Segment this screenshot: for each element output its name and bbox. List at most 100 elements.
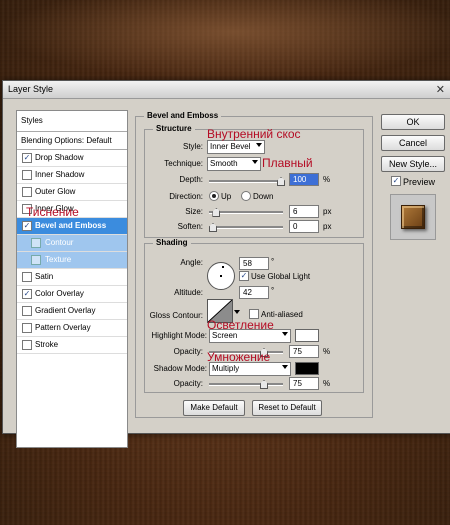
style-select-value: Inner Bevel <box>210 142 251 151</box>
style-select[interactable]: Inner Bevel <box>207 140 265 154</box>
shadow-color-swatch[interactable] <box>295 362 319 375</box>
title-bar[interactable]: Layer Style ✕ <box>3 81 450 99</box>
chevron-down-icon[interactable] <box>234 310 240 314</box>
preview-label: Preview <box>403 177 436 187</box>
style-label: Style: <box>182 142 203 151</box>
style-item-stroke[interactable]: Stroke <box>17 337 127 354</box>
highlight-mode-label: Highlight Mode: <box>151 331 207 340</box>
soften-slider[interactable] <box>209 223 283 232</box>
window-title: Layer Style <box>8 84 54 94</box>
shadow-mode-value: Multiply <box>212 364 240 373</box>
blending-options-row[interactable]: Blending Options: Default <box>17 131 127 150</box>
shadow-opacity-label: Opacity: <box>173 379 203 388</box>
stroke-label: Stroke <box>35 340 59 349</box>
shading-legend: Shading <box>153 238 191 247</box>
soften-input-value: 0 <box>293 222 298 231</box>
direction-label: Direction: <box>169 192 203 201</box>
style-item-pattern-overlay[interactable]: Pattern Overlay <box>17 320 127 337</box>
outer-glow-label: Outer Glow <box>35 187 76 196</box>
pattern-overlay-label: Pattern Overlay <box>35 323 91 332</box>
highlight-opacity-value: 75 <box>293 347 302 356</box>
style-item-inner-shadow[interactable]: Inner Shadow <box>17 167 127 184</box>
texture-label: Texture <box>45 255 72 264</box>
size-unit: px <box>323 207 332 216</box>
size-input[interactable]: 6 <box>289 205 319 218</box>
ok-button[interactable]: OK <box>381 114 445 130</box>
chevron-down-icon <box>256 143 262 147</box>
styles-list: Styles Blending Options: Default ✓ Drop … <box>16 110 128 448</box>
new-style-button[interactable]: New Style... <box>381 156 445 172</box>
altitude-input-value: 42 <box>243 288 252 297</box>
technique-select[interactable]: Smooth <box>207 157 261 171</box>
soften-unit: px <box>323 222 332 231</box>
highlight-mode-value: Screen <box>212 331 238 340</box>
style-item-contour[interactable]: Contour <box>17 235 127 252</box>
gradient-overlay-label: Gradient Overlay <box>35 306 96 315</box>
styles-header-label: Styles <box>21 116 43 125</box>
annotation-multiply: Умножение <box>207 350 271 364</box>
direction-down-radio[interactable] <box>241 191 251 201</box>
highlight-opacity-unit: % <box>323 347 331 356</box>
soften-input[interactable]: 0 <box>289 220 319 233</box>
make-default-button[interactable]: Make Default <box>183 400 245 416</box>
satin-checkbox[interactable] <box>22 272 32 282</box>
style-item-texture[interactable]: Texture <box>17 252 127 269</box>
direction-up-radio[interactable] <box>209 191 219 201</box>
altitude-label: Altitude: <box>174 288 203 297</box>
style-item-bevel-emboss[interactable]: ✓ Bevel and Emboss <box>17 218 127 235</box>
depth-input[interactable]: 100 <box>289 173 319 186</box>
style-item-gradient-overlay[interactable]: Gradient Overlay <box>17 303 127 320</box>
pattern-overlay-checkbox[interactable] <box>22 323 32 333</box>
gloss-contour-label: Gloss Contour: <box>149 311 203 320</box>
inner-shadow-checkbox[interactable] <box>22 170 32 180</box>
altitude-input[interactable]: 42 <box>239 286 269 299</box>
stroke-checkbox[interactable] <box>22 340 32 350</box>
angle-input-value: 58 <box>243 259 252 268</box>
global-light-checkbox[interactable]: ✓ <box>239 271 249 281</box>
highlight-color-swatch[interactable] <box>295 329 319 342</box>
highlight-opacity-input[interactable]: 75 <box>289 345 319 358</box>
style-item-color-overlay[interactable]: ✓ Color Overlay <box>17 286 127 303</box>
style-item-satin[interactable]: Satin <box>17 269 127 286</box>
style-item-outer-glow[interactable]: Outer Glow <box>17 184 127 201</box>
size-slider[interactable] <box>209 208 283 217</box>
color-overlay-checkbox[interactable]: ✓ <box>22 289 32 299</box>
bevel-emboss-label: Bevel and Emboss <box>35 221 107 230</box>
soften-label: Soften: <box>177 222 203 231</box>
cancel-button[interactable]: Cancel <box>381 135 445 151</box>
gradient-overlay-checkbox[interactable] <box>22 306 32 316</box>
preview-checkbox[interactable]: ✓ <box>391 176 401 186</box>
drop-shadow-checkbox[interactable]: ✓ <box>22 153 32 163</box>
texture-checkbox[interactable] <box>31 255 41 265</box>
style-preview-thumbnail <box>390 194 436 240</box>
blending-options-label: Blending Options: Default <box>21 136 112 145</box>
styles-header[interactable]: Styles <box>17 111 127 132</box>
preview-swatch <box>401 205 425 229</box>
annotation-inner-bevel: Внутренний скос <box>207 127 301 141</box>
depth-slider[interactable] <box>209 177 285 186</box>
bevel-emboss-checkbox[interactable]: ✓ <box>22 221 32 231</box>
satin-label: Satin <box>35 272 54 281</box>
shadow-opacity-value: 75 <box>293 379 302 388</box>
close-icon[interactable]: ✕ <box>436 83 445 96</box>
chevron-down-icon <box>282 332 288 336</box>
angle-input[interactable]: 58 <box>239 257 269 270</box>
highlight-opacity-label: Opacity: <box>173 347 203 356</box>
chevron-down-icon <box>252 160 258 164</box>
contour-label: Contour <box>45 238 74 247</box>
shadow-mode-select[interactable]: Multiply <box>209 362 291 376</box>
depth-input-value: 100 <box>293 175 307 184</box>
shadow-opacity-unit: % <box>323 379 331 388</box>
shadow-opacity-slider[interactable] <box>209 380 283 389</box>
structure-legend: Structure <box>153 124 195 133</box>
style-item-drop-shadow[interactable]: ✓ Drop Shadow <box>17 150 127 167</box>
contour-checkbox[interactable] <box>31 238 41 248</box>
shadow-opacity-input[interactable]: 75 <box>289 377 319 390</box>
direction-down-label: Down <box>253 192 274 201</box>
outer-glow-checkbox[interactable] <box>22 187 32 197</box>
reset-to-default-button[interactable]: Reset to Default <box>252 400 322 416</box>
size-input-value: 6 <box>293 207 298 216</box>
angle-dial[interactable] <box>207 262 235 290</box>
technique-label: Technique: <box>164 159 203 168</box>
global-light-label: Use Global Light <box>251 272 311 281</box>
